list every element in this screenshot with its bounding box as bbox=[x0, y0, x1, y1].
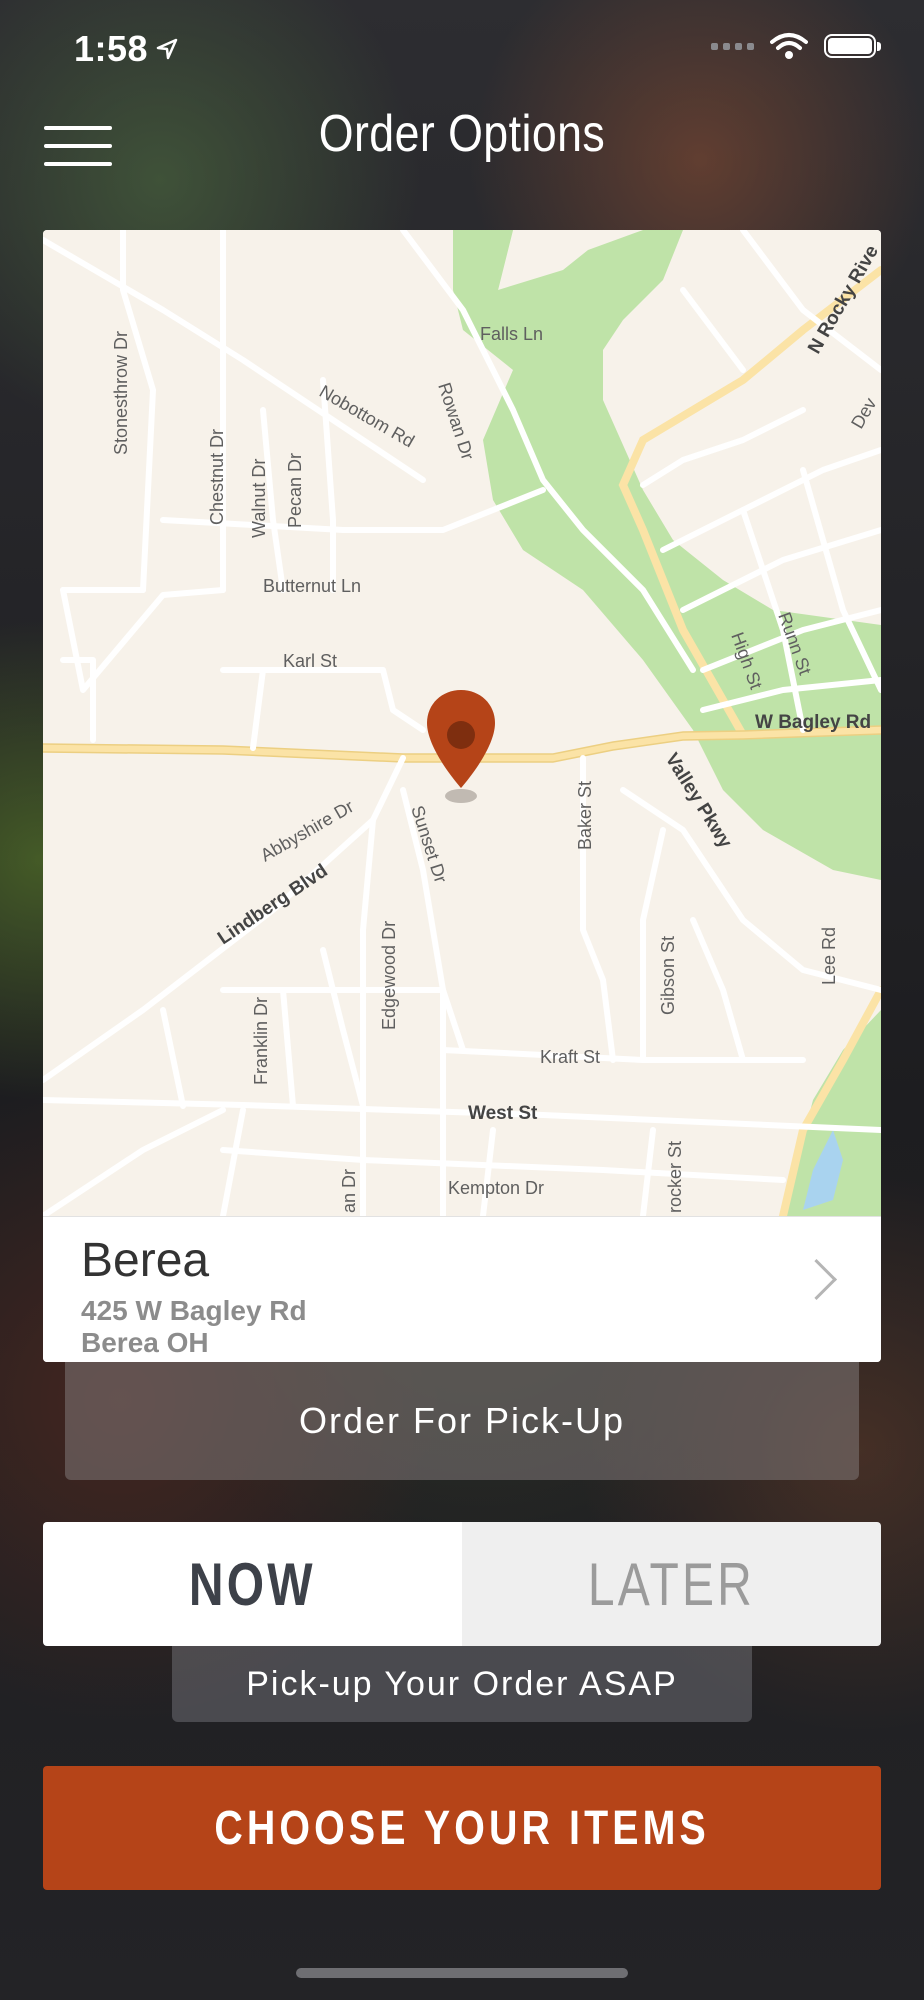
status-time: 1:58 bbox=[74, 28, 178, 70]
street-label: Baker St bbox=[575, 781, 595, 850]
choose-items-label: CHOOSE YOUR ITEMS bbox=[214, 1801, 710, 1855]
street-label: rocker St bbox=[665, 1141, 685, 1213]
home-indicator bbox=[296, 1968, 628, 1978]
street-label: Stonesthrow Dr bbox=[111, 331, 131, 455]
street-label: Kraft St bbox=[540, 1047, 600, 1067]
now-segment[interactable]: NOW bbox=[43, 1522, 462, 1646]
street-label: Edgewood Dr bbox=[379, 921, 399, 1030]
now-label: NOW bbox=[189, 1550, 316, 1618]
street-label: Falls Ln bbox=[480, 324, 543, 344]
location-row[interactable]: Berea 425 W Bagley Rd Berea OH bbox=[43, 1216, 881, 1362]
street-label: Walnut Dr bbox=[249, 459, 269, 538]
timing-description-panel: Pick-up Your Order ASAP bbox=[172, 1646, 752, 1722]
street-label: Butternut Ln bbox=[263, 576, 361, 596]
map-canvas: Falls Ln Nobottom Rd Rowan Dr Stonesthro… bbox=[43, 230, 881, 1216]
street-label: W Bagley Rd bbox=[755, 712, 871, 733]
status-icons bbox=[711, 32, 881, 60]
street-label: Dev bbox=[847, 394, 880, 432]
location-card: Falls Ln Nobottom Rd Rowan Dr Stonesthro… bbox=[43, 230, 881, 1362]
street-label: Pecan Dr bbox=[285, 453, 305, 528]
street-label: Abbyshire Dr bbox=[257, 796, 357, 865]
street-label: Kempton Dr bbox=[448, 1178, 544, 1198]
street-label: Rowan Dr bbox=[434, 380, 478, 462]
map-pin-icon[interactable] bbox=[427, 690, 495, 803]
street-label: West St bbox=[468, 1103, 538, 1124]
order-type-panel: Order For Pick-Up bbox=[65, 1362, 859, 1480]
later-label: LATER bbox=[587, 1550, 756, 1618]
location-arrow-icon bbox=[156, 38, 178, 60]
battery-icon bbox=[824, 34, 881, 58]
status-time-text: 1:58 bbox=[74, 28, 149, 69]
chevron-right-icon bbox=[795, 1258, 838, 1301]
location-name: Berea bbox=[81, 1234, 210, 1287]
location-address: 425 W Bagley Rd bbox=[81, 1295, 307, 1326]
street-label: an Dr bbox=[339, 1169, 359, 1213]
cellular-signal-icon bbox=[711, 42, 754, 50]
page-title: Order Options bbox=[318, 105, 606, 163]
street-label: Franklin Dr bbox=[251, 997, 271, 1085]
street-label: Gibson St bbox=[658, 936, 678, 1015]
location-city: Berea OH bbox=[81, 1327, 209, 1358]
timing-segmented-control: NOW LATER bbox=[43, 1522, 881, 1646]
later-segment[interactable]: LATER bbox=[462, 1522, 881, 1646]
street-label: Chestnut Dr bbox=[207, 429, 227, 525]
wifi-icon bbox=[770, 33, 808, 59]
street-label: Karl St bbox=[283, 651, 337, 671]
street-label: Lindberg Blvd bbox=[214, 860, 332, 949]
choose-items-button[interactable]: CHOOSE YOUR ITEMS bbox=[43, 1766, 881, 1890]
order-type-label: Order For Pick-Up bbox=[298, 1400, 626, 1441]
map[interactable]: Falls Ln Nobottom Rd Rowan Dr Stonesthro… bbox=[43, 230, 881, 1216]
street-label: Lee Rd bbox=[819, 927, 839, 985]
timing-description: Pick-up Your Order ASAP bbox=[246, 1664, 678, 1703]
